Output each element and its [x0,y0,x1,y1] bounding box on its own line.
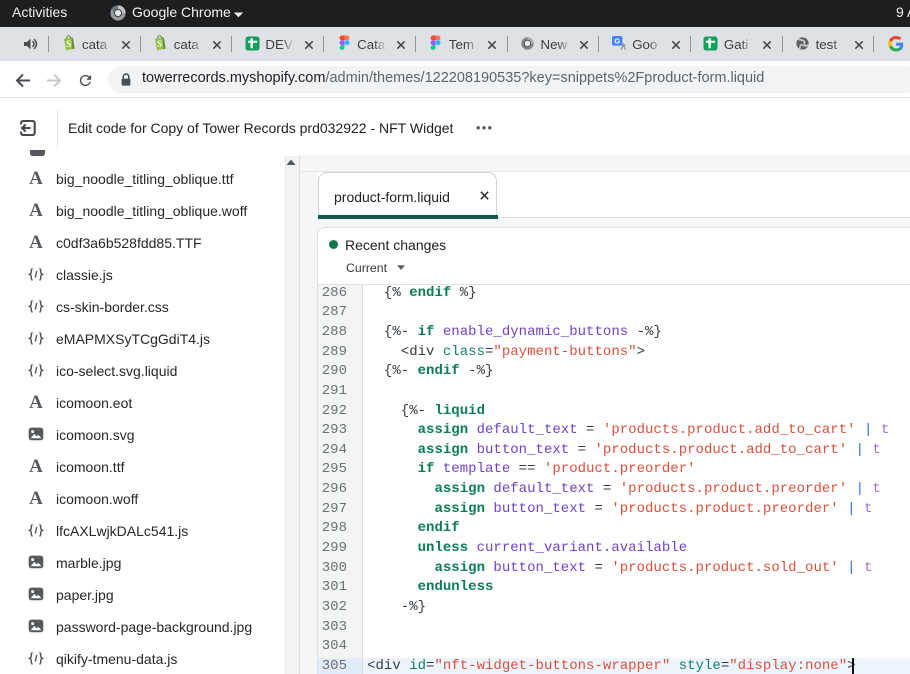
svg-text:G: G [614,36,620,45]
svg-text:S: S [157,40,162,50]
svg-text:S: S [65,40,70,50]
